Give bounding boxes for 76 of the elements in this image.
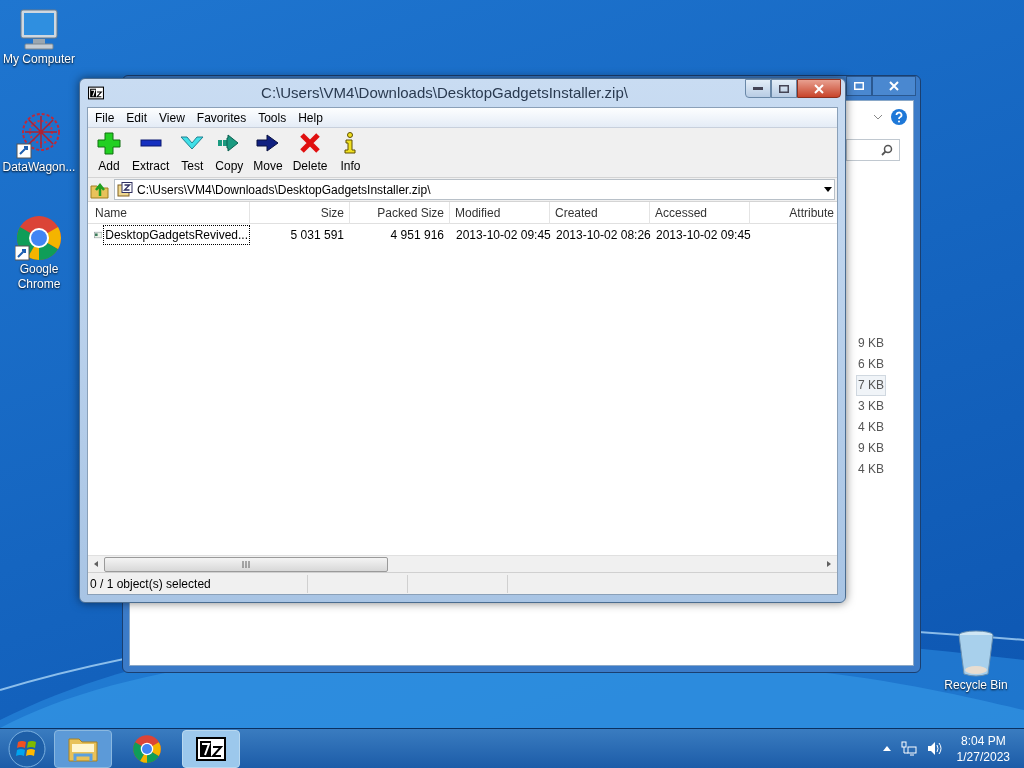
clock-date[interactable]: 1/27/2023 <box>956 748 1010 765</box>
file-size-text: 7 KB <box>856 375 886 396</box>
speaker-icon[interactable] <box>926 741 943 756</box>
recycle-bin-icon <box>956 630 996 678</box>
chrome-icon <box>132 733 162 764</box>
maximize-icon <box>779 84 789 93</box>
show-hidden-icons-button[interactable] <box>882 746 891 751</box>
desktop-icon-label[interactable]: Recycle Bin <box>944 678 1008 693</box>
close-button[interactable] <box>797 79 841 98</box>
minimize-icon <box>753 86 763 91</box>
dropdown-arrow-icon[interactable] <box>824 187 832 192</box>
table-cell-text: 5 031 591 <box>289 227 345 244</box>
file-row[interactable]: DesktopGadgetsRevived... 5 031 591 4 951 916 2013-10-02 09:45 2013-10-02 08:26 2013-10-02 09:45 <box>88 224 837 246</box>
file-size-text: 9 KB <box>857 335 885 352</box>
toolbar-button[interactable]: Delete <box>288 129 332 176</box>
file-size-text: 4 KB <box>857 461 885 478</box>
start-button[interactable] <box>8 729 46 768</box>
taskbar-button[interactable] <box>182 729 240 768</box>
desktop-icon-label[interactable]: My Computer <box>2 52 76 67</box>
maximize-icon <box>854 82 864 90</box>
column-header[interactable]: Attribute <box>750 202 837 224</box>
column-header[interactable]: Size <box>250 202 350 224</box>
menu-item[interactable]: Favorites <box>191 108 252 127</box>
sevenzip-icon <box>88 86 104 100</box>
address-text: C:\Users\VM4\Downloads\DesktopGadgetsInstaller.zip\ <box>137 181 432 199</box>
scrollbar-thumb[interactable] <box>104 556 388 572</box>
toolbar-button[interactable]: Add <box>92 129 126 176</box>
toolbar-button[interactable]: Info <box>333 129 368 176</box>
toolbar-button[interactable]: Copy <box>211 129 248 176</box>
close-button[interactable] <box>872 76 916 96</box>
table-cell-text: 4 951 916 <box>389 227 445 244</box>
desktop-icon-label[interactable]: Google Chrome <box>2 262 76 292</box>
archive-icon <box>117 182 133 197</box>
column-header[interactable]: Created <box>550 202 650 224</box>
desktop-icon-label[interactable]: DataWagon... <box>2 160 76 175</box>
table-cell: DesktopGadgetsRevived... <box>103 225 250 245</box>
column-header[interactable]: Name <box>90 202 250 224</box>
table-cell-text: 2013-10-02 09:45 <box>455 227 550 244</box>
plus-icon <box>96 130 122 155</box>
search-icon <box>881 144 893 156</box>
column-header[interactable]: Packed Size <box>350 202 450 224</box>
toolbar-button[interactable]: Move <box>249 129 287 176</box>
toolbar-button[interactable]: Test <box>175 129 210 176</box>
maximize-button[interactable] <box>771 79 797 98</box>
toolbar-button[interactable]: Extract <box>128 129 174 176</box>
close-icon <box>814 83 824 94</box>
menu-item[interactable]: Tools <box>253 108 292 127</box>
menu-item[interactable]: File <box>90 108 120 127</box>
help-icon <box>891 109 907 125</box>
grip-icon <box>242 560 250 568</box>
chevron-down-icon <box>873 114 883 120</box>
menu-item[interactable]: View <box>154 108 190 127</box>
search-field[interactable] <box>846 139 900 161</box>
table-cell-text: 2013-10-02 09:45 <box>655 227 750 244</box>
chrome-icon <box>15 214 63 262</box>
file-size-text: 9 KB <box>857 440 885 457</box>
file-size-text: 4 KB <box>857 419 885 436</box>
close-icon <box>889 81 899 91</box>
column-header[interactable]: Modified <box>450 202 550 224</box>
minus-icon <box>139 138 162 147</box>
clock-time[interactable]: 8:04 PM <box>960 732 1006 749</box>
menu-item[interactable]: Help <box>293 108 328 127</box>
address-field[interactable]: C:\Users\VM4\Downloads\DesktopGadgetsInstaller.zip\ <box>114 179 835 200</box>
file-icon <box>94 229 103 241</box>
file-size-text: 6 KB <box>857 356 885 373</box>
status-text: 0 / 1 object(s) selected <box>88 574 308 593</box>
table-cell-text: 2013-10-02 08:26 <box>555 227 650 244</box>
menu-item[interactable]: Edit <box>121 108 153 127</box>
sevenzip-icon <box>196 736 226 761</box>
network-sphere-icon <box>15 112 63 160</box>
maximize-button[interactable] <box>846 76 872 96</box>
column-header[interactable]: Accessed <box>650 202 750 224</box>
network-icon[interactable] <box>900 741 917 756</box>
minimize-button[interactable] <box>745 79 771 98</box>
file-size-text: 3 KB <box>857 398 885 415</box>
window-title: C:\Users\VM4\Downloads\DesktopGadgetsInstaller.zip\ <box>260 82 629 103</box>
